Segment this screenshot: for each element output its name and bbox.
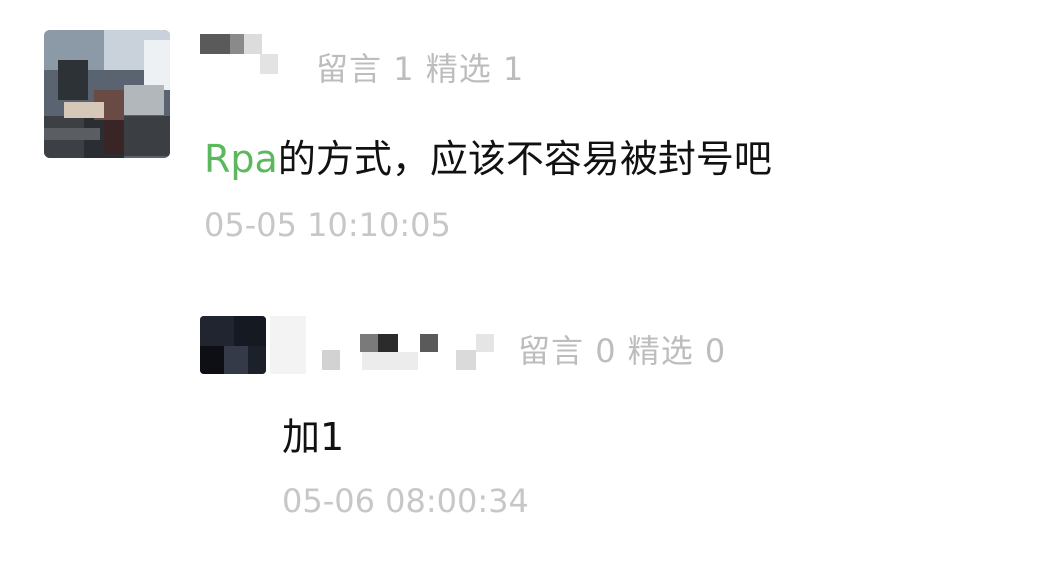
comment-text: 加1 xyxy=(282,415,345,459)
comment-item-2: 留言 0 精选 0 加1 05-06 08:00:34 xyxy=(0,0,1040,578)
featured-count-label: 精选 xyxy=(627,332,694,370)
message-count-label: 留言 xyxy=(518,332,585,370)
featured-count: 0 xyxy=(704,332,727,370)
avatar[interactable] xyxy=(200,316,266,374)
message-count: 0 xyxy=(595,332,617,370)
username-redacted[interactable] xyxy=(270,316,500,374)
comment-timestamp: 05-06 08:00:34 xyxy=(282,482,529,520)
comment-stats: 留言 0 精选 0 xyxy=(518,326,726,372)
